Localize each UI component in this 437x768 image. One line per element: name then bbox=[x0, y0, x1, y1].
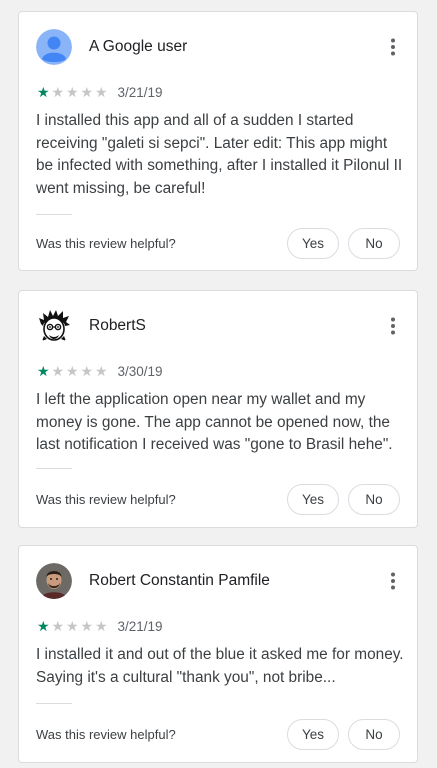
helpful-row: Was this review helpful? Yes No bbox=[36, 718, 400, 750]
user-photo-avatar-icon bbox=[36, 563, 72, 599]
star-empty-icon: ★ bbox=[65, 363, 79, 379]
more-vert-icon bbox=[391, 572, 395, 590]
review-rating-row: ★ ★ ★ ★ ★ 3/21/19 bbox=[36, 618, 163, 634]
default-person-avatar-icon bbox=[36, 29, 72, 65]
star-rating: ★ ★ ★ ★ ★ bbox=[36, 364, 109, 378]
cartoon-face-avatar-icon bbox=[36, 308, 72, 344]
review-card: A Google user ★ ★ ★ ★ ★ 3/21/19 I instal… bbox=[18, 11, 418, 271]
more-vert-icon bbox=[391, 317, 395, 335]
star-empty-icon: ★ bbox=[80, 618, 94, 634]
helpful-no-button[interactable]: No bbox=[348, 718, 400, 750]
star-empty-icon: ★ bbox=[80, 363, 94, 379]
helpful-yes-button[interactable]: Yes bbox=[286, 227, 339, 259]
star-rating: ★ ★ ★ ★ ★ bbox=[36, 85, 109, 99]
helpful-no-button[interactable]: No bbox=[348, 483, 400, 515]
star-empty-icon: ★ bbox=[94, 618, 108, 634]
star-filled-icon: ★ bbox=[36, 84, 50, 100]
star-empty-icon: ★ bbox=[51, 363, 65, 379]
review-header: Robert Constantin Pamfile bbox=[36, 563, 405, 599]
helpful-row: Was this review helpful? Yes No bbox=[36, 227, 400, 259]
star-empty-icon: ★ bbox=[94, 84, 108, 100]
star-empty-icon: ★ bbox=[94, 363, 108, 379]
review-text: I installed this app and all of a sudden… bbox=[36, 112, 403, 197]
helpful-row: Was this review helpful? Yes No bbox=[36, 483, 400, 515]
review-author: A Google user bbox=[89, 38, 188, 55]
review-author: RobertS bbox=[89, 317, 146, 334]
reviews-feed: A Google user ★ ★ ★ ★ ★ 3/21/19 I instal… bbox=[0, 0, 437, 768]
star-empty-icon: ★ bbox=[80, 84, 94, 100]
review-date: 3/30/19 bbox=[117, 363, 163, 379]
more-vert-icon bbox=[391, 38, 395, 56]
more-options-button[interactable] bbox=[381, 312, 405, 340]
review-card: Robert Constantin Pamfile ★ ★ ★ ★ ★ 3/21… bbox=[18, 545, 418, 763]
review-date: 3/21/19 bbox=[117, 618, 163, 634]
helpful-yes-button[interactable]: Yes bbox=[286, 483, 339, 515]
divider bbox=[36, 214, 72, 215]
helpful-no-button[interactable]: No bbox=[348, 227, 400, 259]
star-empty-icon: ★ bbox=[51, 618, 65, 634]
helpful-question: Was this review helpful? bbox=[36, 491, 176, 507]
review-header: A Google user bbox=[36, 29, 405, 65]
review-header: RobertS bbox=[36, 308, 405, 344]
review-rating-row: ★ ★ ★ ★ ★ 3/30/19 bbox=[36, 363, 163, 379]
divider bbox=[36, 703, 72, 704]
star-empty-icon: ★ bbox=[65, 84, 79, 100]
star-empty-icon: ★ bbox=[65, 618, 79, 634]
star-filled-icon: ★ bbox=[36, 618, 50, 634]
review-author: Robert Constantin Pamfile bbox=[89, 572, 270, 589]
review-text: I installed it and out of the blue it as… bbox=[36, 646, 404, 686]
helpful-question: Was this review helpful? bbox=[36, 726, 176, 742]
helpful-question: Was this review helpful? bbox=[36, 235, 176, 251]
review-date: 3/21/19 bbox=[117, 84, 163, 100]
star-empty-icon: ★ bbox=[51, 84, 65, 100]
helpful-yes-button[interactable]: Yes bbox=[286, 718, 339, 750]
review-card: RobertS ★ ★ ★ ★ ★ 3/30/19 I left the app… bbox=[18, 290, 418, 528]
star-filled-icon: ★ bbox=[36, 363, 50, 379]
star-rating: ★ ★ ★ ★ ★ bbox=[36, 619, 109, 633]
divider bbox=[36, 468, 72, 469]
review-text: I left the application open near my wall… bbox=[36, 391, 393, 453]
review-rating-row: ★ ★ ★ ★ ★ 3/21/19 bbox=[36, 84, 163, 100]
more-options-button[interactable] bbox=[381, 567, 405, 595]
more-options-button[interactable] bbox=[381, 33, 405, 61]
